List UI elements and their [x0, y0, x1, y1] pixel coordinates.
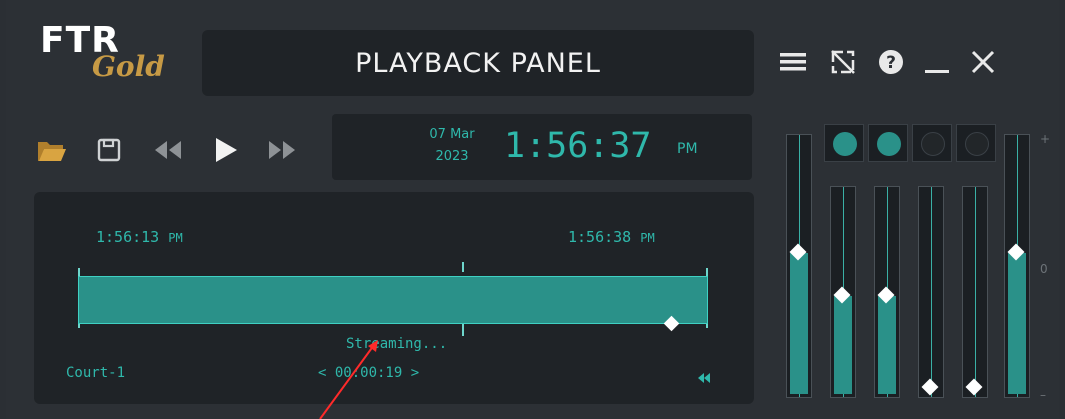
slider-knob[interactable] — [921, 378, 939, 396]
led-dot — [921, 132, 945, 156]
minimize-icon[interactable] — [920, 40, 954, 84]
help-icon[interactable]: ? — [874, 40, 908, 84]
undock-icon[interactable] — [826, 40, 860, 84]
channel-name: Court-1 — [66, 365, 126, 381]
slider-knob[interactable] — [965, 378, 983, 396]
svg-text:?: ? — [886, 53, 896, 73]
clock-time: 1:56:37 — [504, 126, 652, 166]
channel-led-2[interactable] — [868, 124, 908, 162]
slider-track — [931, 187, 932, 397]
audio-mixer: + 0 – — [776, 112, 1059, 412]
channel-1-slider[interactable] — [830, 186, 856, 398]
timeline-end-time: 1:56:38 PM — [568, 228, 655, 246]
timeline-tick-mid-bottom — [462, 324, 464, 336]
skip-back-icon[interactable] — [698, 368, 712, 387]
close-icon[interactable] — [966, 40, 1000, 84]
channel-led-3[interactable] — [912, 124, 952, 162]
duration-readout[interactable]: < 00:00:19 > — [318, 365, 419, 381]
timeline-start-time: 1:56:13 PM — [96, 228, 183, 246]
menu-icon[interactable] — [776, 40, 810, 84]
led-dot — [833, 132, 857, 156]
channel-2-slider[interactable] — [874, 186, 900, 398]
play-icon[interactable] — [206, 128, 246, 172]
panel-title: PLAYBACK PANEL — [355, 48, 601, 79]
mixer-scale-bottom: – — [1040, 388, 1046, 402]
master-right-slider[interactable] — [1004, 134, 1030, 398]
slider-fill — [834, 296, 852, 394]
fast-forward-icon[interactable] — [262, 128, 302, 172]
timeline-tick-mid-top — [462, 262, 464, 272]
mixer-scale-top: + — [1040, 132, 1051, 146]
logo-gold-text: Gold — [92, 50, 165, 83]
start-time-value: 1:56:13 — [96, 228, 160, 246]
clock-date-day-month: 07 Mar — [429, 127, 475, 142]
channel-led-4[interactable] — [956, 124, 996, 162]
timeline-panel: 1:56:13 PM 1:56:38 PM Streaming... < 00:… — [34, 192, 754, 404]
clock-date-year: 2023 — [435, 149, 469, 164]
timeline-bar[interactable] — [78, 276, 708, 324]
slider-fill — [1008, 253, 1026, 394]
led-dot — [965, 132, 989, 156]
mixer-scale-mid: 0 — [1040, 262, 1048, 276]
rewind-icon[interactable] — [148, 128, 188, 172]
open-folder-icon[interactable] — [34, 128, 70, 172]
stream-status: Streaming... — [346, 336, 448, 352]
playback-panel-window: FTR Gold PLAYBACK PANEL ? 07 Mar 2023 1:… — [6, 0, 1059, 419]
end-time-ampm: PM — [640, 231, 655, 245]
clock-date: 07 Mar 2023 — [412, 124, 492, 168]
start-time-ampm: PM — [168, 231, 183, 245]
ftr-gold-logo: FTR Gold — [40, 20, 200, 100]
slider-fill — [878, 296, 896, 394]
title-bar: PLAYBACK PANEL — [202, 30, 754, 96]
channel-4-slider[interactable] — [962, 186, 988, 398]
clock-ampm: PM — [677, 141, 698, 157]
clock-display: 07 Mar 2023 1:56:37 PM — [332, 114, 752, 180]
end-time-value: 1:56:38 — [568, 228, 632, 246]
master-left-slider[interactable] — [786, 134, 812, 398]
slider-fill — [790, 253, 808, 394]
channel-led-1[interactable] — [824, 124, 864, 162]
led-dot — [877, 132, 901, 156]
slider-track — [975, 187, 976, 397]
save-icon[interactable] — [92, 128, 126, 172]
channel-3-slider[interactable] — [918, 186, 944, 398]
